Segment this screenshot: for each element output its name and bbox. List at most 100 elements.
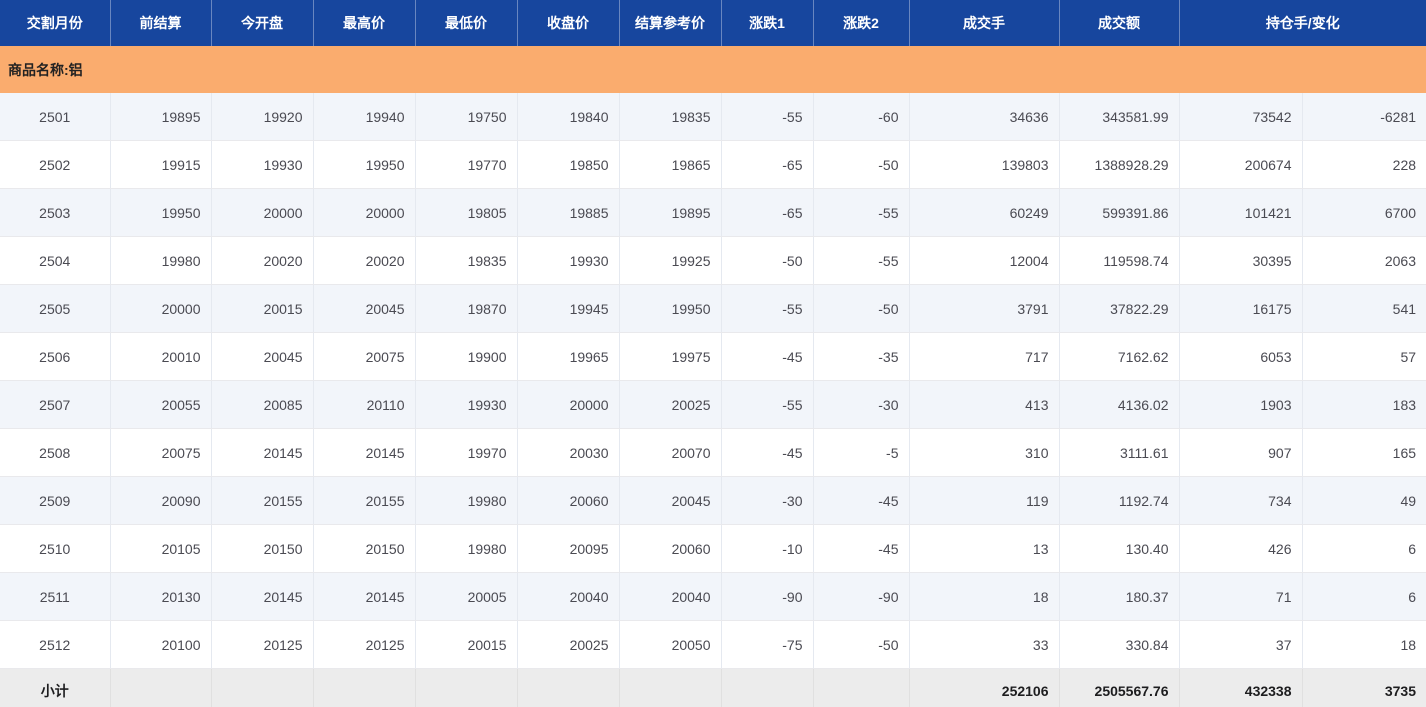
high-cell: 20155 <box>312 476 415 525</box>
change2-cell: -45 <box>812 476 909 525</box>
oi-change-cell: 541 <box>1301 284 1426 333</box>
low-cell: 19835 <box>414 236 517 285</box>
change2-cell: -60 <box>812 93 909 141</box>
open-cell: 20145 <box>210 572 313 621</box>
change1-cell: -55 <box>720 93 813 141</box>
change1-cell: -50 <box>720 236 813 285</box>
delivery-month-cell: 2502 <box>0 140 110 189</box>
column-header-low: 最低价 <box>414 0 517 46</box>
table-row: 2503 19950 20000 20000 19805 19885 19895 -65 -55… <box>0 188 1426 237</box>
oi-change-cell: 49 <box>1301 476 1426 525</box>
subtotal-empty-cell <box>618 668 721 707</box>
column-header-open: 今开盘 <box>210 0 313 46</box>
low-cell: 19805 <box>414 188 517 237</box>
volume-cell: 3791 <box>908 284 1059 333</box>
low-cell: 19970 <box>414 428 517 477</box>
table-row: 2506 20010 20045 20075 19900 19965 19975 -45 -35… <box>0 332 1426 381</box>
table-row: 2509 20090 20155 20155 19980 20060 20045 -30 -45… <box>0 476 1426 525</box>
delivery-month-cell: 2507 <box>0 380 110 429</box>
volume-cell: 60249 <box>908 188 1059 237</box>
settlement-ref-cell: 20060 <box>618 524 721 573</box>
column-header-change1: 涨跌1 <box>720 0 813 46</box>
oi-change-cell: 165 <box>1301 428 1426 477</box>
prev-settlement-cell: 20055 <box>109 380 211 429</box>
high-cell: 20045 <box>312 284 415 333</box>
oi-change-cell: 2063 <box>1301 236 1426 285</box>
low-cell: 19870 <box>414 284 517 333</box>
open-interest-cell: 71 <box>1178 572 1302 621</box>
low-cell: 20015 <box>414 620 517 669</box>
change2-cell: -45 <box>812 524 909 573</box>
prev-settlement-cell: 20130 <box>109 572 211 621</box>
table-row: 2511 20130 20145 20145 20005 20040 20040 -90 -90… <box>0 572 1426 621</box>
oi-change-cell: 6700 <box>1301 188 1426 237</box>
turnover-cell: 330.84 <box>1058 620 1179 669</box>
high-cell: 19950 <box>312 140 415 189</box>
open-cell: 19920 <box>210 93 313 141</box>
subtotal-empty-cell <box>109 668 211 707</box>
delivery-month-cell: 2506 <box>0 332 110 381</box>
table-row: 2501 19895 19920 19940 19750 19840 19835 -55 -60… <box>0 93 1426 141</box>
subtotal-volume: 252106 <box>908 668 1059 707</box>
prev-settlement-cell: 20100 <box>109 620 211 669</box>
prev-settlement-cell: 20075 <box>109 428 211 477</box>
turnover-cell: 130.40 <box>1058 524 1179 573</box>
low-cell: 19770 <box>414 140 517 189</box>
turnover-cell: 1192.74 <box>1058 476 1179 525</box>
close-cell: 20060 <box>516 476 619 525</box>
settlement-ref-cell: 20050 <box>618 620 721 669</box>
volume-cell: 310 <box>908 428 1059 477</box>
open-interest-cell: 426 <box>1178 524 1302 573</box>
open-cell: 20145 <box>210 428 313 477</box>
turnover-cell: 119598.74 <box>1058 236 1179 285</box>
high-cell: 20110 <box>312 380 415 429</box>
column-header-volume: 成交手 <box>908 0 1059 46</box>
turnover-cell: 1388928.29 <box>1058 140 1179 189</box>
table-row: 2512 20100 20125 20125 20015 20025 20050 -75 -50… <box>0 620 1426 669</box>
prev-settlement-cell: 20010 <box>109 332 211 381</box>
column-header-delivery-month: 交割月份 <box>0 0 110 46</box>
turnover-cell: 3111.61 <box>1058 428 1179 477</box>
column-header-oi-and-change: 持仓手/变化 <box>1178 0 1426 46</box>
column-header-high: 最高价 <box>312 0 415 46</box>
low-cell: 19750 <box>414 93 517 141</box>
delivery-month-cell: 2505 <box>0 284 110 333</box>
change1-cell: -65 <box>720 140 813 189</box>
subtotal-open-interest: 432338 <box>1178 668 1302 707</box>
oi-change-cell: 6 <box>1301 572 1426 621</box>
table-row: 2508 20075 20145 20145 19970 20030 20070 -45 -5 3… <box>0 428 1426 477</box>
table-row: 2504 19980 20020 20020 19835 19930 19925 -50 -55… <box>0 236 1426 285</box>
table-row: 2510 20105 20150 20150 19980 20095 20060 -10 -45… <box>0 524 1426 573</box>
change2-cell: -90 <box>812 572 909 621</box>
settlement-ref-cell: 19950 <box>618 284 721 333</box>
open-interest-cell: 1903 <box>1178 380 1302 429</box>
settlement-ref-cell: 20040 <box>618 572 721 621</box>
delivery-month-cell: 2509 <box>0 476 110 525</box>
delivery-month-cell: 2503 <box>0 188 110 237</box>
change1-cell: -55 <box>720 380 813 429</box>
delivery-month-cell: 2501 <box>0 93 110 141</box>
change1-cell: -90 <box>720 572 813 621</box>
change1-cell: -45 <box>720 428 813 477</box>
open-cell: 19930 <box>210 140 313 189</box>
turnover-cell: 343581.99 <box>1058 93 1179 141</box>
volume-cell: 33 <box>908 620 1059 669</box>
settlement-ref-cell: 19865 <box>618 140 721 189</box>
subtotal-empty-cell <box>812 668 909 707</box>
prev-settlement-cell: 20090 <box>109 476 211 525</box>
change1-cell: -10 <box>720 524 813 573</box>
open-interest-cell: 73542 <box>1178 93 1302 141</box>
subtotal-oi-change: 3735 <box>1301 668 1426 707</box>
turnover-cell: 4136.02 <box>1058 380 1179 429</box>
high-cell: 20145 <box>312 572 415 621</box>
delivery-month-cell: 2511 <box>0 572 110 621</box>
close-cell: 20095 <box>516 524 619 573</box>
low-cell: 19980 <box>414 476 517 525</box>
close-cell: 19885 <box>516 188 619 237</box>
close-cell: 19850 <box>516 140 619 189</box>
open-cell: 20015 <box>210 284 313 333</box>
subtotal-empty-cell <box>210 668 313 707</box>
open-cell: 20000 <box>210 188 313 237</box>
volume-cell: 139803 <box>908 140 1059 189</box>
oi-change-cell: 6 <box>1301 524 1426 573</box>
